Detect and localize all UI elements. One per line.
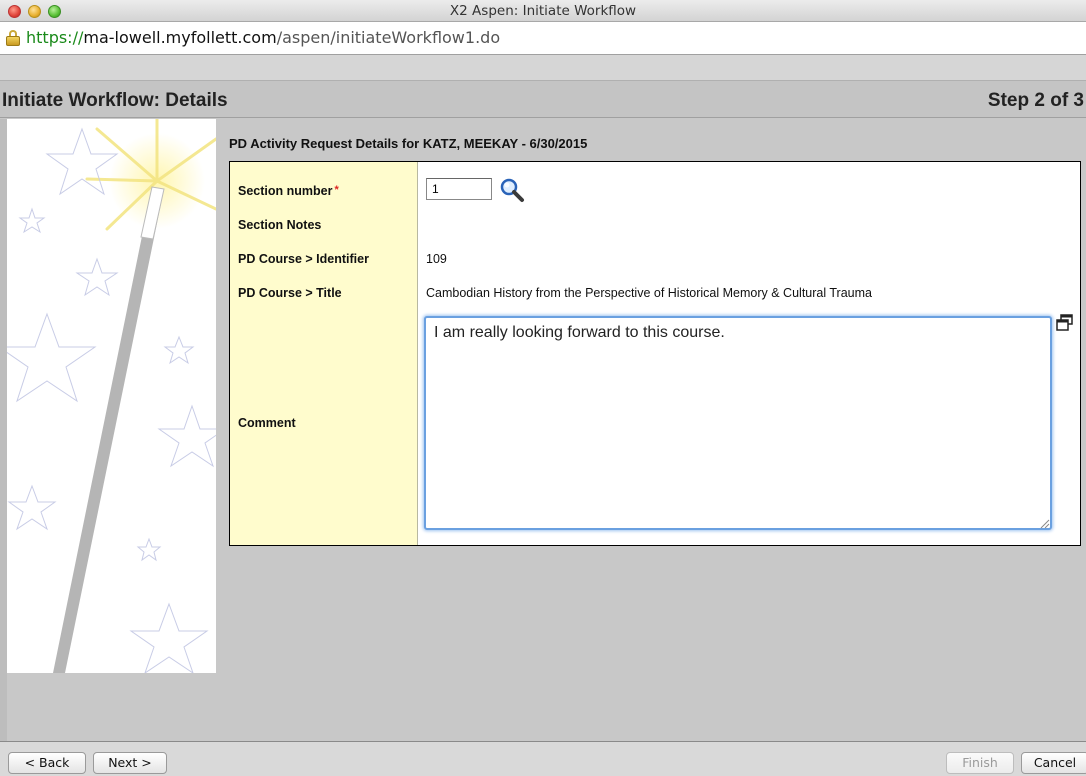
wizard-header: Initiate Workflow: Details Step 2 of 3 bbox=[0, 80, 1086, 118]
required-marker: * bbox=[334, 184, 339, 196]
window-title: X2 Aspen: Initiate Workflow bbox=[449, 3, 637, 19]
section-number-input[interactable] bbox=[426, 178, 492, 200]
course-title-label: PD Course > Title bbox=[238, 286, 342, 300]
expand-editor-icon[interactable] bbox=[1056, 314, 1074, 332]
resize-grip-icon[interactable] bbox=[1038, 516, 1050, 529]
section-notes-label: Section Notes bbox=[238, 218, 322, 232]
next-button[interactable]: Next > bbox=[93, 752, 167, 774]
section-number-label: Section number * bbox=[238, 184, 339, 198]
magic-wand-illustration bbox=[7, 119, 216, 673]
url-protocol: https:// bbox=[26, 28, 84, 47]
address-bar[interactable]: https://ma-lowell.myfollett.com/aspen/in… bbox=[0, 22, 1086, 55]
cancel-button[interactable]: Cancel bbox=[1021, 752, 1086, 774]
url-path: /aspen/initiateWorkflow1.do bbox=[276, 28, 501, 47]
back-button[interactable]: < Back bbox=[8, 752, 86, 774]
window-titlebar: X2 Aspen: Initiate Workflow bbox=[0, 0, 1086, 22]
url-text[interactable]: https://ma-lowell.myfollett.com/aspen/in… bbox=[26, 28, 500, 47]
details-form: Section number* Section Notes PD Course … bbox=[229, 161, 1081, 546]
finish-button[interactable]: Finish bbox=[946, 752, 1014, 774]
course-identifier-label: PD Course > Identifier bbox=[238, 252, 369, 266]
page-title: Initiate Workflow: Details bbox=[2, 90, 228, 111]
course-title-value: Cambodian History from the Perspective o… bbox=[426, 286, 872, 300]
magnifier-icon[interactable] bbox=[499, 177, 525, 203]
course-identifier-value: 109 bbox=[426, 252, 447, 266]
comment-textarea[interactable]: I am really looking forward to this cour… bbox=[424, 316, 1052, 530]
section-heading: PD Activity Request Details for KATZ, ME… bbox=[229, 136, 588, 151]
wizard-button-bar: < Back Next > Finish Cancel bbox=[0, 741, 1086, 776]
lock-icon bbox=[6, 30, 20, 46]
left-border bbox=[0, 119, 7, 741]
comment-label: Comment bbox=[238, 416, 296, 430]
url-host: ma-lowell.myfollett.com bbox=[83, 28, 277, 47]
toolbar-spacer bbox=[0, 55, 1086, 80]
wand-stars-art bbox=[7, 119, 216, 673]
step-indicator: Step 2 of 3 bbox=[987, 90, 1084, 111]
